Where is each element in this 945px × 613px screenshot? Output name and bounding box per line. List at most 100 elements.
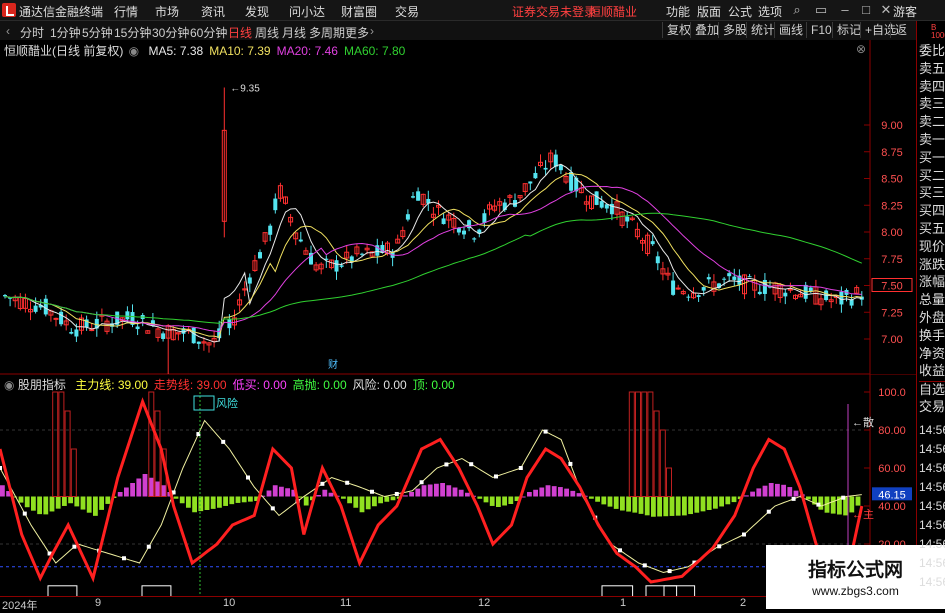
minimize-icon[interactable]: – bbox=[837, 2, 853, 18]
chat-icon[interactable]: ▭ bbox=[813, 2, 829, 18]
price-chart[interactable]: 9.008.758.508.258.007.757.507.257.007.50… bbox=[0, 40, 916, 375]
restore-icon[interactable]: □ bbox=[858, 2, 874, 18]
candle-body bbox=[482, 213, 487, 223]
price-tick-label: 8.25 bbox=[881, 200, 902, 212]
menu-markets[interactable]: 市场 bbox=[155, 3, 179, 20]
side-item: 卖四 bbox=[919, 78, 945, 94]
overlay-button[interactable]: 叠加 bbox=[690, 22, 719, 38]
menu-discover[interactable]: 发现 bbox=[245, 3, 269, 20]
period-tab-tick[interactable]: 分时 bbox=[20, 24, 44, 41]
period-tab-30min[interactable]: 30分钟 bbox=[152, 24, 189, 41]
histogram-bar bbox=[124, 487, 129, 497]
histogram-bar bbox=[322, 489, 328, 497]
histogram-bar bbox=[74, 496, 80, 507]
login-status[interactable]: 证券交易未登录 bbox=[512, 3, 596, 20]
menu-function[interactable]: 功能 bbox=[666, 3, 690, 20]
draw-line-button[interactable]: 画线 bbox=[774, 22, 803, 38]
toolbar-arrow-icon[interactable]: ‹ bbox=[6, 24, 10, 38]
histogram-bar bbox=[576, 493, 582, 497]
adjust-button[interactable]: 复权 bbox=[662, 22, 691, 38]
menu-options[interactable]: 选项 bbox=[758, 3, 782, 20]
indicator-name: 股朋指标 bbox=[17, 378, 66, 392]
close-icon[interactable]: ✕ bbox=[878, 2, 894, 18]
signal-dot bbox=[717, 544, 722, 549]
side-item: 买四 bbox=[919, 203, 945, 219]
histogram-bar bbox=[285, 488, 290, 497]
menu-trade[interactable]: 交易 bbox=[395, 3, 419, 20]
signal-dot bbox=[320, 481, 325, 486]
side-item: 卖二 bbox=[919, 114, 945, 130]
multi-stock-button[interactable]: 多股 bbox=[718, 22, 747, 38]
histogram-bar bbox=[93, 496, 98, 516]
histogram-bar bbox=[235, 496, 241, 503]
price-tick-label: 8.00 bbox=[881, 227, 902, 239]
stats-button[interactable]: 统计 bbox=[746, 22, 775, 38]
signal-dot bbox=[345, 480, 350, 485]
histogram-bar bbox=[105, 496, 111, 504]
histogram-bar bbox=[496, 496, 501, 507]
period-tab-15min[interactable]: 15分钟 bbox=[114, 24, 151, 41]
settings-icon[interactable]: ◉ bbox=[129, 44, 139, 58]
period-tab-5min[interactable]: 5分钟 bbox=[82, 24, 113, 41]
signal-dot bbox=[518, 466, 523, 470]
histogram-bar bbox=[415, 488, 421, 497]
histogram-bar bbox=[55, 496, 61, 509]
signal-dot bbox=[394, 491, 399, 496]
menu-layout[interactable]: 版面 bbox=[697, 3, 721, 20]
search-icon[interactable]: ⌕ bbox=[789, 2, 805, 18]
side-item: 外盘 bbox=[919, 310, 945, 325]
period-tab-multi[interactable]: 多周期 bbox=[309, 24, 345, 41]
signal-dot bbox=[742, 532, 746, 537]
histogram-bar bbox=[37, 496, 42, 515]
histogram-bar bbox=[675, 496, 681, 516]
histogram-bar bbox=[830, 496, 836, 514]
guest-label[interactable]: 游客 bbox=[893, 3, 917, 20]
indicator-value-label: 走势线: 39.00 bbox=[153, 378, 227, 392]
f10-button[interactable]: F10 bbox=[806, 22, 832, 38]
x-label: 2024年 bbox=[2, 600, 38, 612]
histogram-bar bbox=[421, 485, 427, 497]
histogram-bar bbox=[223, 496, 228, 506]
period-tab-1min[interactable]: 1分钟 bbox=[50, 24, 81, 41]
back-button[interactable]: 返回 bbox=[890, 22, 916, 53]
menu-formula[interactable]: 公式 bbox=[728, 3, 752, 20]
app-title: 通达信金融终端 bbox=[19, 5, 104, 19]
side-item[interactable]: 自选 bbox=[919, 381, 945, 398]
histogram-bar bbox=[316, 495, 321, 497]
zoom-icon[interactable]: ⊗ bbox=[856, 42, 866, 56]
menu-news[interactable]: 资讯 bbox=[201, 3, 225, 20]
price-tick-label: 8.75 bbox=[881, 147, 902, 159]
histogram-bar bbox=[682, 496, 687, 516]
candle-body bbox=[599, 201, 604, 208]
histogram-bar bbox=[192, 496, 197, 513]
histogram-bar bbox=[564, 488, 569, 497]
histogram-bar bbox=[148, 477, 154, 497]
candle-body bbox=[191, 327, 196, 344]
signal-dot bbox=[667, 569, 672, 574]
side-item: 买一 bbox=[919, 149, 945, 165]
histogram-bar bbox=[217, 496, 222, 508]
side-item[interactable]: 交易 bbox=[919, 399, 945, 415]
price-tick-label: 9.00 bbox=[881, 120, 902, 132]
histogram-bar bbox=[750, 491, 755, 497]
menu-wealth[interactable]: 财富圈 bbox=[341, 3, 377, 20]
menu-ask[interactable]: 问小达 bbox=[289, 3, 325, 20]
signal-dot bbox=[72, 544, 77, 549]
time-label: 14:56 bbox=[919, 499, 945, 513]
histogram-bar bbox=[142, 474, 148, 497]
menu-market[interactable]: 行情 bbox=[114, 3, 138, 20]
histogram-bar bbox=[409, 492, 414, 497]
candle-body bbox=[456, 228, 461, 233]
period-tab-daily[interactable]: 日线 bbox=[228, 24, 252, 41]
signal-dot bbox=[494, 474, 498, 479]
mark-button[interactable]: 标记 bbox=[832, 22, 861, 38]
period-tab-monthly[interactable]: 月线 bbox=[282, 24, 306, 41]
time-label: 14:56 bbox=[919, 423, 945, 437]
histogram-bar bbox=[483, 496, 489, 503]
period-tab-weekly[interactable]: 周线 bbox=[255, 24, 279, 41]
time-label: 14:56 bbox=[919, 518, 945, 532]
time-label: 14:56 bbox=[919, 480, 945, 494]
settings-icon[interactable]: ◉ bbox=[4, 378, 14, 392]
period-tab-60min[interactable]: 60分钟 bbox=[190, 24, 227, 41]
period-tab-more[interactable]: 更多 bbox=[345, 24, 369, 41]
